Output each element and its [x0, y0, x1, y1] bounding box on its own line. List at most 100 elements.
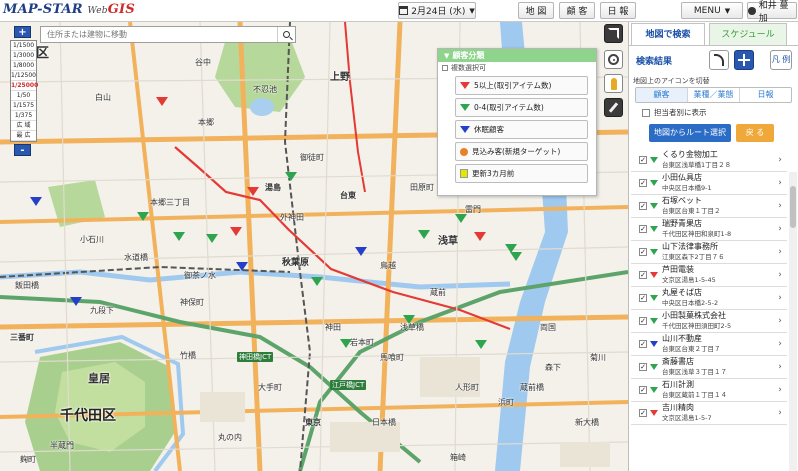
customer-pin-red[interactable] [156, 97, 168, 106]
chevron-right-icon[interactable]: › [776, 178, 784, 188]
tab-schedule[interactable]: スケジュール [709, 23, 787, 45]
zoom-in-button[interactable]: + [14, 26, 31, 38]
scale-option[interactable]: 1/375 [11, 111, 36, 121]
result-checkbox[interactable] [639, 294, 647, 302]
result-list-item[interactable]: 瑞野青果店千代田区神田和泉町1-8› [631, 218, 787, 241]
chevron-right-icon[interactable]: › [776, 316, 784, 326]
result-list-item[interactable]: 斎藤書店台東区浅草３丁目１７› [631, 356, 787, 379]
legend-item-prospect[interactable]: 見込み客(新規ターゲット) [455, 142, 588, 161]
legend-button[interactable]: 凡 例 [770, 50, 792, 70]
legend-item-0to4[interactable]: 0-4(取引アイテム数) [455, 98, 588, 117]
assigned-filter-checkbox[interactable] [642, 108, 650, 117]
result-checkbox[interactable] [639, 156, 647, 164]
results-scrollbar[interactable] [789, 172, 797, 471]
route-select-button[interactable]: 地図からルート選択 [649, 124, 731, 142]
customer-pin-green[interactable] [285, 172, 297, 181]
legend-item-dormant[interactable]: 休眠顧客 [455, 120, 588, 139]
user-menu-button[interactable]: 和井 蔓加 [747, 1, 797, 24]
back-button[interactable]: 戻 る [736, 124, 774, 142]
chevron-right-icon[interactable]: › [776, 293, 784, 303]
customer-nav-button[interactable]: 顧 客 [559, 2, 595, 19]
customer-pin-green[interactable] [510, 252, 522, 261]
result-checkbox[interactable] [639, 225, 647, 233]
result-checkbox[interactable] [639, 409, 647, 417]
customer-pin-blue[interactable] [70, 297, 82, 306]
legend-header[interactable]: ▼ 顧客分類 [438, 49, 596, 62]
result-list-item[interactable]: 小田製菓株式会社千代田区神田須田町2-5› [631, 310, 787, 333]
customer-pin-green[interactable] [403, 315, 415, 324]
segment-customer[interactable]: 顧客 [636, 88, 688, 102]
scale-option[interactable]: 1/8000 [11, 61, 36, 71]
result-list-item[interactable]: 小田仏具店中央区日本橋9-1› [631, 172, 787, 195]
result-list-item[interactable]: 芦田電装文京区湯島1-5-45› [631, 264, 787, 287]
chevron-right-icon[interactable]: › [776, 408, 784, 418]
customer-pin-blue[interactable] [236, 262, 248, 271]
collapse-triangle-icon: ▼ [444, 52, 450, 60]
fullscreen-button[interactable] [604, 24, 623, 43]
customer-pin-green[interactable] [340, 339, 352, 348]
customer-pin-green[interactable] [137, 212, 149, 221]
current-location-button[interactable] [604, 50, 623, 69]
result-checkbox[interactable] [639, 271, 647, 279]
customer-pin-green[interactable] [475, 340, 487, 349]
scale-option[interactable]: 1/50 [11, 91, 36, 101]
result-checkbox[interactable] [639, 340, 647, 348]
customer-pin-green[interactable] [173, 232, 185, 241]
scale-option[interactable]: 1/1500 [11, 41, 36, 51]
customer-pin-green[interactable] [418, 230, 430, 239]
result-list-item[interactable]: 石川計測台東区蔵前１丁目１４› [631, 379, 787, 402]
address-search-input[interactable] [41, 30, 277, 39]
segment-industry[interactable]: 業種／業態 [688, 88, 740, 102]
customer-pin-blue[interactable] [355, 247, 367, 256]
customer-pin-red[interactable] [247, 187, 259, 196]
chevron-right-icon[interactable]: › [776, 224, 784, 234]
customer-pin-green[interactable] [206, 234, 218, 243]
result-list-item[interactable]: くるり金物加工台東区浅草橋1丁目２８› [631, 149, 787, 172]
legend-item-renewal[interactable]: 更新3カ月前 [455, 164, 588, 183]
scale-option[interactable]: 1/1575 [11, 101, 36, 111]
result-checkbox[interactable] [639, 386, 647, 394]
multi-select-button[interactable] [734, 50, 754, 70]
scale-option[interactable]: 最 広 [11, 131, 36, 141]
result-checkbox[interactable] [639, 179, 647, 187]
segment-daily-report[interactable]: 日報 [740, 88, 791, 102]
customer-pin-red[interactable] [474, 232, 486, 241]
result-list-item[interactable]: 石塚ベット台東区台東１丁目２› [631, 195, 787, 218]
scale-option-active[interactable]: 1/25000 [11, 81, 38, 91]
chevron-right-icon[interactable]: › [776, 270, 784, 280]
search-button[interactable] [277, 27, 295, 42]
tab-map-search[interactable]: 地図で検索 [631, 23, 705, 45]
result-list-item[interactable]: 丸屋そば店中央区日本橋2-5-2› [631, 287, 787, 310]
zoom-out-button[interactable]: - [14, 144, 31, 156]
scale-option[interactable]: 1/3000 [11, 51, 36, 61]
chevron-right-icon[interactable]: › [776, 155, 784, 165]
street-view-button[interactable] [604, 74, 623, 93]
chevron-right-icon[interactable]: › [776, 247, 784, 257]
map-canvas[interactable]: 文京区 千代田区 皇居 浅草 上野 秋葉原 水道橋 御茶ノ水 神保町 飯田橋 本… [0, 22, 628, 471]
chevron-right-icon[interactable]: › [776, 201, 784, 211]
chevron-right-icon[interactable]: › [776, 339, 784, 349]
result-checkbox[interactable] [639, 202, 647, 210]
scale-option[interactable]: 広 域 [11, 121, 36, 131]
map-nav-button[interactable]: 地 図 [518, 2, 554, 19]
customer-pin-green[interactable] [455, 214, 467, 223]
date-picker-button[interactable]: 2月24日 (水) ▼ [398, 2, 476, 19]
customer-pin-red[interactable] [230, 227, 242, 236]
legend-item-5plus[interactable]: 5以上(取引アイテム数) [455, 76, 588, 95]
draw-button[interactable] [604, 98, 623, 117]
result-list-item[interactable]: 吉川精肉文京区湯島1-5-7› [631, 402, 787, 425]
route-curve-button[interactable] [709, 50, 729, 70]
result-checkbox[interactable] [639, 248, 647, 256]
menu-button[interactable]: MENU ▼ [681, 2, 743, 19]
chevron-right-icon[interactable]: › [776, 385, 784, 395]
result-list-item[interactable]: 山下法律事務所江東区森下2丁目７６› [631, 241, 787, 264]
scrollbar-thumb[interactable] [790, 186, 796, 228]
result-checkbox[interactable] [639, 317, 647, 325]
result-checkbox[interactable] [639, 363, 647, 371]
customer-pin-green[interactable] [311, 277, 323, 286]
result-list-item[interactable]: 山川不動産台東区台東２丁目７› [631, 333, 787, 356]
scale-option[interactable]: 1/12500 [11, 71, 36, 81]
chevron-right-icon[interactable]: › [776, 362, 784, 372]
customer-pin-blue[interactable] [30, 197, 42, 206]
daily-report-nav-button[interactable]: 日 報 [600, 2, 636, 19]
